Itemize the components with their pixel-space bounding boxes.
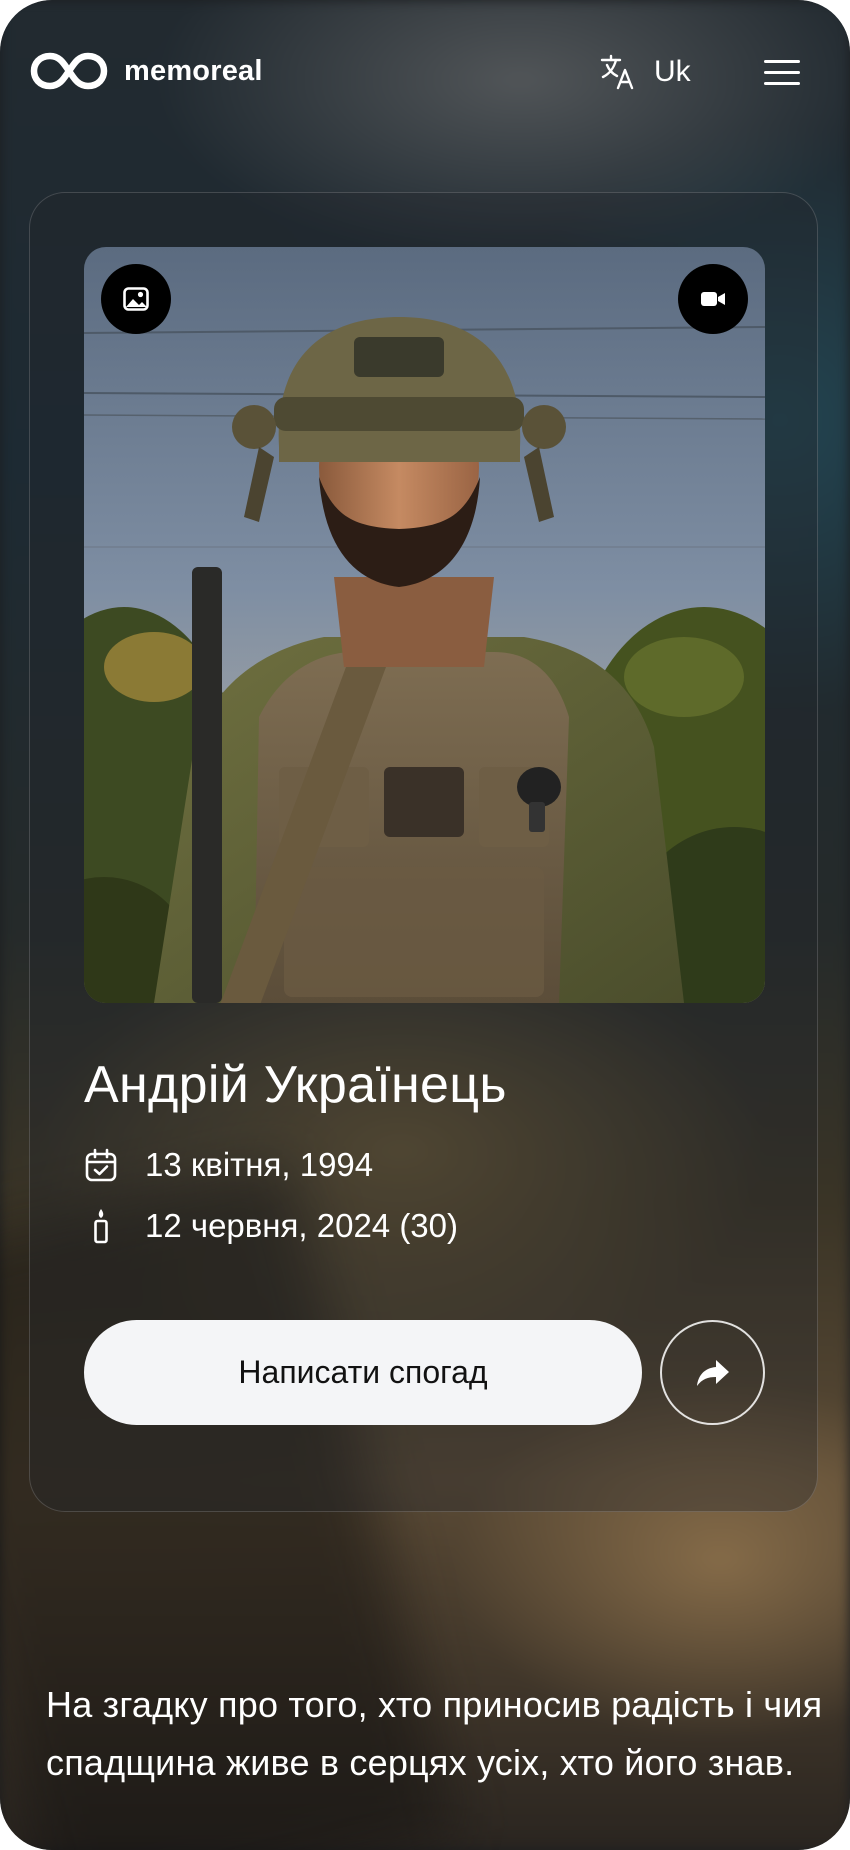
death-date-row: 12 червня, 2024 (30): [84, 1207, 458, 1245]
video-camera-icon: [701, 292, 725, 306]
portrait-image: [84, 247, 765, 1003]
language-label: Uk: [654, 55, 691, 88]
app-screen: memoreal Uk Андрій Українець 13 квітня, …: [0, 0, 850, 1850]
memorial-card: Андрій Українець 13 квітня, 1994 12 черв…: [29, 192, 818, 1512]
menu-line: [764, 82, 800, 85]
birth-date-row: 13 квітня, 1994: [84, 1146, 373, 1184]
memorial-tagline: На згадку про того, хто приносив радість…: [46, 1684, 823, 1783]
language-switcher[interactable]: Uk: [600, 54, 691, 90]
portrait-photo[interactable]: [84, 247, 765, 1003]
write-memory-button[interactable]: Написати спогад: [84, 1320, 642, 1425]
person-name: Андрій Українець: [84, 1056, 507, 1114]
share-arrow-icon: [696, 1359, 729, 1386]
video-button[interactable]: [678, 264, 748, 334]
calendar-check-icon: [84, 1146, 118, 1184]
image-icon: [123, 287, 149, 311]
candle-icon: [84, 1207, 118, 1245]
menu-line: [764, 71, 800, 74]
logo[interactable]: memoreal: [30, 50, 263, 92]
menu-line: [764, 60, 800, 63]
death-date: 12 червня, 2024 (30): [145, 1207, 459, 1244]
share-button[interactable]: [660, 1320, 765, 1425]
logo-text: memoreal: [124, 54, 263, 87]
top-bar: memoreal Uk: [0, 0, 850, 150]
hamburger-menu-icon[interactable]: [762, 56, 802, 88]
translate-icon: [600, 54, 634, 90]
infinity-icon: [30, 52, 108, 90]
birth-date: 13 квітня, 1994: [145, 1146, 374, 1183]
gallery-button[interactable]: [101, 264, 171, 334]
